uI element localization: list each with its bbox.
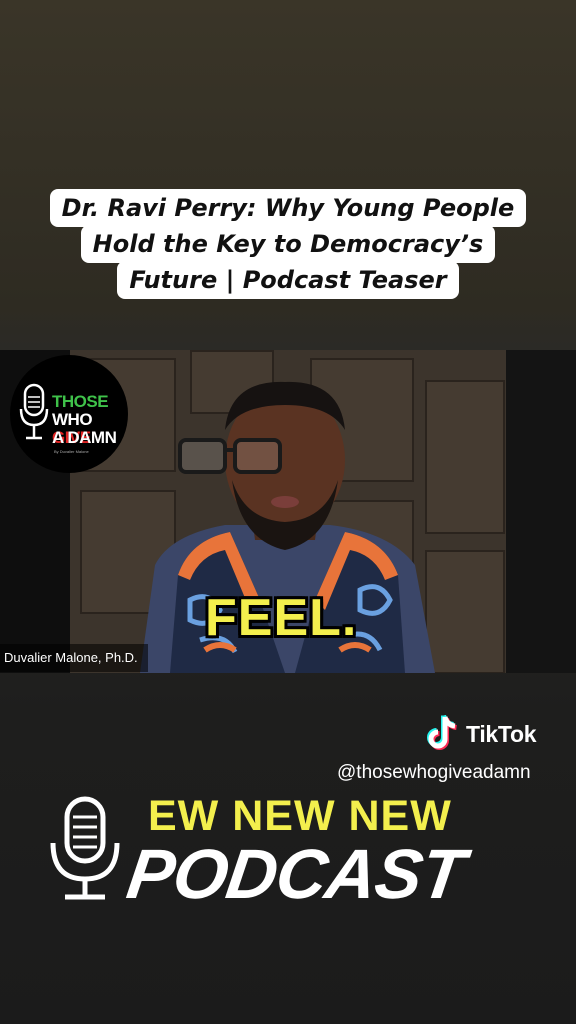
microphone-icon: [50, 796, 120, 900]
promo-podcast-label: PODCAST: [122, 835, 469, 913]
tiktok-watermark: TikTok: [426, 714, 537, 754]
tiktok-icon: [427, 715, 457, 750]
promo-headline: EW NEW NEW: [148, 792, 452, 840]
creator-handle[interactable]: @thosewhogiveadamn: [337, 762, 531, 784]
tiktok-brand-label: TikTok: [466, 720, 537, 747]
logo-byline: By Duvalier Malone: [54, 449, 89, 454]
logo-text-a-damn: A DAMN: [52, 428, 117, 447]
video-title-overlay: Dr. Ravi Perry: Why Young People Hold th…: [0, 189, 576, 299]
title-line-3: Future | Podcast Teaser: [117, 261, 459, 299]
frame-edge: [506, 350, 576, 673]
microphone-icon: [19, 383, 49, 440]
title-line-1: Dr. Ravi Perry: Why Young People: [49, 189, 527, 227]
video-frame[interactable]: THOSE WHO GIVE A DAMN By Duvalier Malone…: [0, 350, 576, 673]
speaker-name-tag: Duvalier Malone, Ph.D.: [0, 644, 148, 672]
title-line-2: Hold the Key to Democracy’s: [80, 225, 496, 263]
logo-text-those: THOSE: [52, 392, 109, 411]
subtitle-caption: FEEL.: [205, 589, 358, 647]
podcast-logo: THOSE WHO GIVE A DAMN By Duvalier Malone: [10, 355, 128, 473]
